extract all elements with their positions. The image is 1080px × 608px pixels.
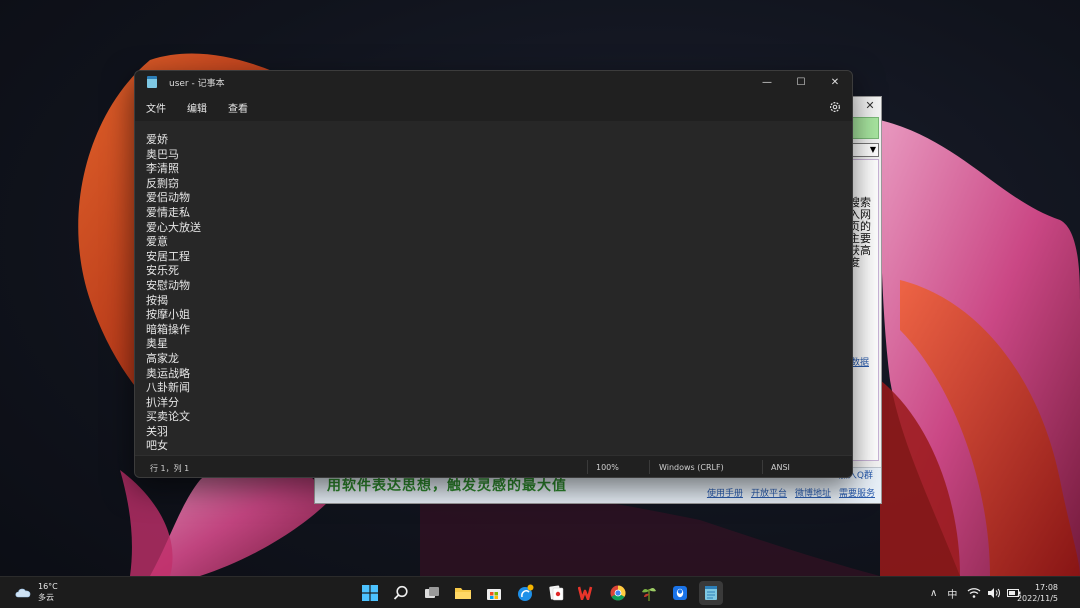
menu-file[interactable]: 文件	[145, 98, 167, 117]
store-icon	[487, 589, 501, 600]
background-window-dropdown[interactable]: ▼	[849, 143, 879, 157]
chrome-icon	[610, 585, 626, 601]
window-controls: — ☐ ✕	[750, 71, 852, 93]
open-platform-link[interactable]: 开放平台	[751, 486, 787, 499]
text-line: 安慰动物	[146, 278, 190, 292]
qq-icon	[673, 586, 687, 600]
text-line: 安居工程	[146, 249, 190, 263]
cloud-icon	[15, 588, 31, 598]
text-line: 爱心大放送	[146, 220, 201, 234]
weibo-link[interactable]: 微博地址	[795, 486, 831, 499]
search-button[interactable]	[389, 581, 413, 605]
text-line: 暗箱操作	[146, 322, 190, 336]
zoom-level: 100%	[596, 463, 619, 472]
background-window-data-link[interactable]: 数据	[851, 355, 869, 368]
text-editor-area[interactable]: 爱娇 奥巴马 李清照 反剽窃 爱侣动物 爱情走私 爱心大放送 爱意 安居工程 安…	[135, 121, 852, 455]
task-view-icon	[425, 587, 439, 598]
gear-icon[interactable]	[828, 100, 842, 114]
status-bar: 行 1，列 1 100% Windows (CRLF) ANSI	[135, 455, 852, 477]
notepad-window[interactable]: user - 记事本 — ☐ ✕ 文件 编辑 查看 爱娇 奥巴马 李清照 反剽窃…	[134, 70, 853, 478]
minimize-button[interactable]: —	[750, 71, 784, 93]
cursor-position: 行 1，列 1	[150, 464, 190, 473]
user-manual-link[interactable]: 使用手册	[707, 486, 743, 499]
footer-links: 使用手册 开放平台 微博地址 需要服务	[707, 486, 875, 499]
clock-time: 17:08	[1034, 583, 1058, 592]
weather-temperature: 16°C	[38, 582, 58, 591]
menu-bar: 文件 编辑 查看	[135, 93, 852, 121]
store-button[interactable]	[482, 581, 506, 605]
text-line: 安乐死	[146, 264, 179, 278]
text-line: 爱娇	[146, 133, 168, 146]
system-tray: ∧ 中	[930, 577, 1021, 608]
text-line: 关羽	[146, 424, 168, 438]
wps-office-button[interactable]	[575, 581, 599, 605]
text-line: 高家龙	[146, 351, 179, 365]
volume-icon[interactable]	[987, 587, 1001, 599]
plant-app-button[interactable]	[637, 581, 661, 605]
text-line: 八卦新闻	[146, 381, 190, 395]
status-divider	[762, 460, 763, 474]
background-window-close-button[interactable]: ✕	[861, 99, 879, 113]
text-line: 买卖论文	[146, 410, 190, 424]
line-ending: Windows (CRLF)	[659, 463, 724, 472]
chrome-button[interactable]	[606, 581, 630, 605]
text-line: 奥星	[146, 337, 168, 351]
menu-view[interactable]: 查看	[227, 98, 249, 117]
show-hidden-icons-chevron-icon[interactable]: ∧	[930, 588, 937, 599]
menu-edit[interactable]: 编辑	[186, 98, 208, 117]
weather-description: 多云	[38, 593, 54, 602]
search-icon	[393, 585, 408, 600]
maximize-button[interactable]: ☐	[784, 71, 818, 93]
plant-icon	[642, 588, 656, 601]
taskbar: 16°C 多云 ∧ 中 17:08 2022/11/5	[0, 576, 1080, 608]
text-line: 吧女	[146, 439, 168, 453]
slogan-text: 用软件表达思想，触发灵感的最大值	[327, 478, 567, 494]
window-title: user - 记事本	[169, 78, 225, 89]
browser-icon	[518, 584, 534, 601]
close-button[interactable]: ✕	[818, 71, 852, 93]
text-line: 按摩小姐	[146, 308, 190, 322]
clock-date: 2022/11/5	[1016, 594, 1058, 603]
text-line: 爱情走私	[146, 205, 190, 219]
status-divider	[587, 460, 588, 474]
notepad-taskbar-button[interactable]	[699, 581, 723, 605]
input-method-indicator[interactable]: 中	[947, 586, 957, 601]
text-line: 按揭	[146, 293, 168, 307]
text-line: 奥巴马	[146, 147, 179, 161]
qq-button[interactable]	[668, 581, 692, 605]
solitaire-button[interactable]	[544, 581, 568, 605]
text-line: 反剽窃	[146, 176, 179, 190]
wifi-icon[interactable]	[967, 587, 981, 599]
title-bar[interactable]: user - 记事本 — ☐ ✕	[135, 71, 852, 93]
notepad-icon	[705, 586, 717, 600]
wps-icon	[578, 586, 593, 600]
folder-icon	[455, 588, 471, 599]
service-link[interactable]: 需要服务	[839, 486, 875, 499]
text-line: 爱侣动物	[146, 191, 190, 205]
text-line: 奥运战略	[146, 366, 190, 380]
windows-logo-icon	[362, 585, 378, 601]
browser-button[interactable]	[513, 581, 537, 605]
text-line: 扒洋分	[146, 395, 179, 409]
clock[interactable]: 17:08 2022/11/5	[1017, 582, 1058, 604]
encoding: ANSI	[771, 463, 790, 472]
notepad-app-icon	[147, 76, 157, 88]
start-button[interactable]	[358, 581, 382, 605]
text-line: 爱意	[146, 235, 168, 249]
background-window-banner	[849, 117, 879, 139]
cards-icon	[549, 585, 564, 601]
weather-widget[interactable]: 16°C 多云	[14, 581, 58, 603]
text-line: 李清照	[146, 162, 179, 176]
task-view-button[interactable]	[420, 581, 444, 605]
file-explorer-button[interactable]	[451, 581, 475, 605]
status-divider	[649, 460, 650, 474]
